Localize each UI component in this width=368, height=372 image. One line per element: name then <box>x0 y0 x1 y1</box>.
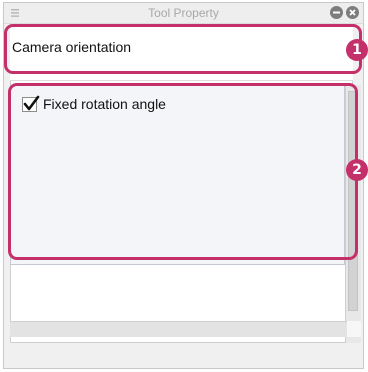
minimize-icon[interactable] <box>330 6 343 19</box>
close-icon[interactable] <box>346 6 359 19</box>
scrollbar-corner <box>347 321 361 337</box>
window-title: Tool Property <box>148 6 219 20</box>
callout-1: 1 <box>346 39 368 61</box>
horizontal-scrollbar[interactable] <box>10 321 347 337</box>
highlight-box-2 <box>8 83 358 260</box>
highlight-box-1 <box>4 24 362 74</box>
titlebar[interactable]: Tool Property <box>4 3 363 24</box>
callout-2: 2 <box>346 159 368 181</box>
